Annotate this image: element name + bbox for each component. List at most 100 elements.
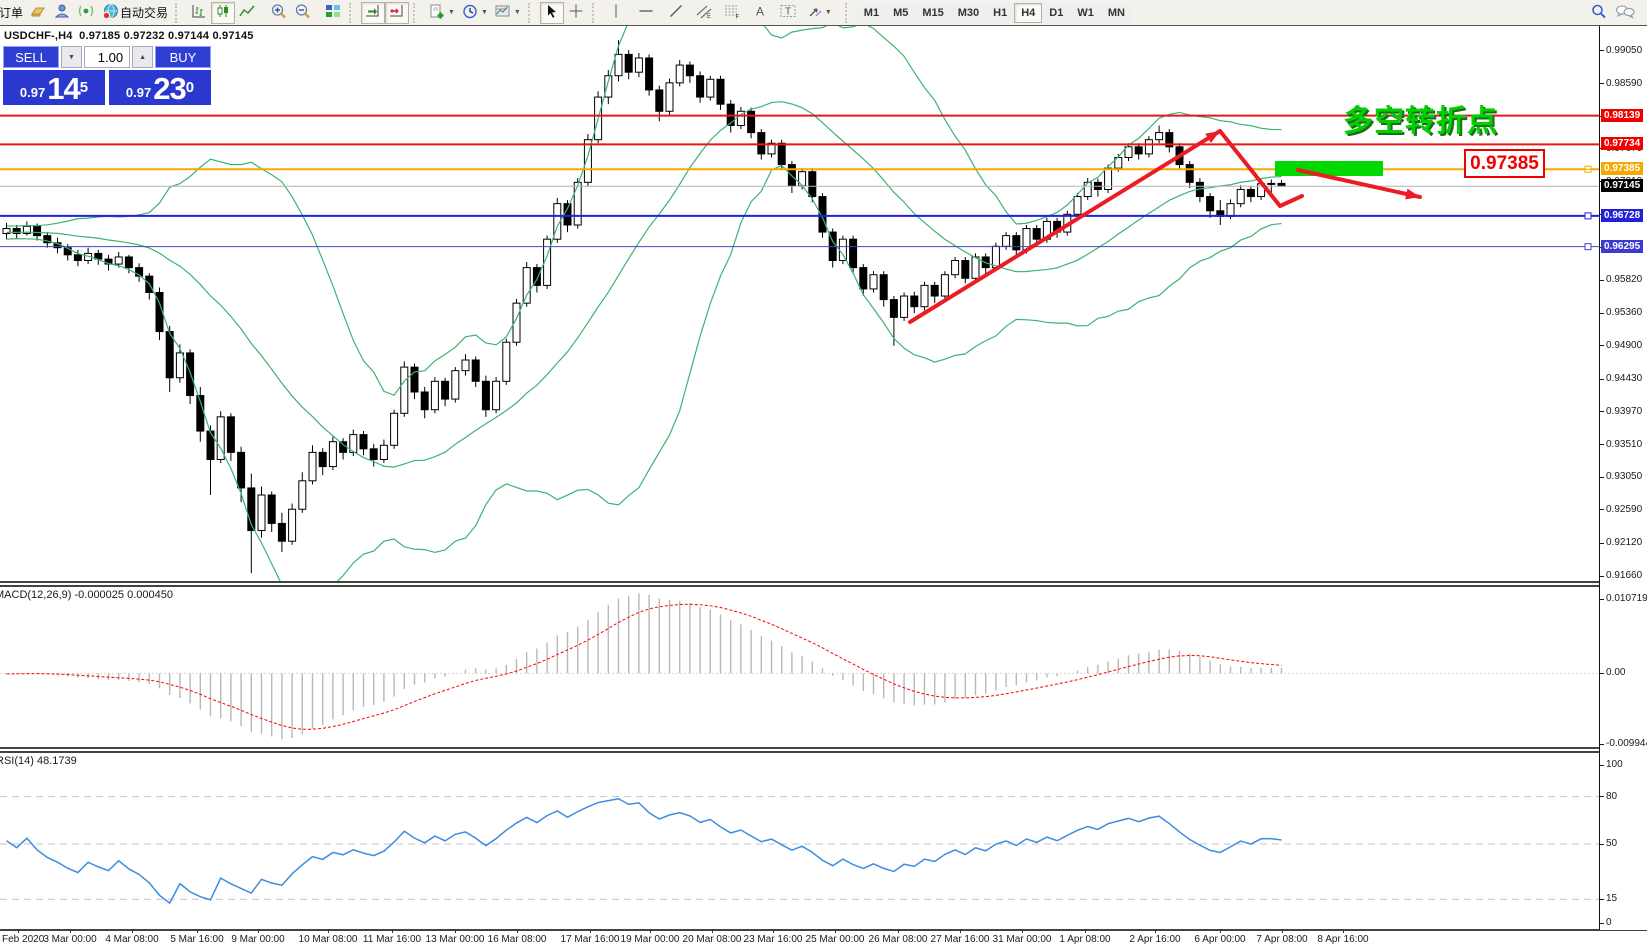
toolbar-separator xyxy=(413,3,421,23)
template-dropdown[interactable]: ▼ xyxy=(491,2,524,24)
candle-bear xyxy=(758,133,765,154)
candle-bull xyxy=(921,285,928,306)
auto-scroll-icon xyxy=(364,3,382,22)
macd-histogram xyxy=(7,593,1282,739)
crosshair-button[interactable] xyxy=(564,2,588,24)
candle-bull xyxy=(1227,204,1234,217)
volume-decrease-button[interactable]: ▼ xyxy=(61,46,82,68)
hline-handle[interactable] xyxy=(1585,213,1591,219)
text-tool[interactable]: A xyxy=(748,2,772,24)
person-icon xyxy=(53,3,71,22)
tab-timeframe-D1[interactable]: D1 xyxy=(1042,3,1070,23)
cursor-button[interactable] xyxy=(540,2,564,24)
arrows-dropdown[interactable]: ▼ xyxy=(804,2,835,24)
line-chart-button[interactable] xyxy=(235,2,259,24)
account-button[interactable] xyxy=(50,2,74,24)
new-chart-dropdown[interactable]: ▼ xyxy=(425,2,458,24)
equidistant-channel-icon: E xyxy=(695,3,713,22)
horizontal-line-tool[interactable] xyxy=(634,2,658,24)
channel-tool[interactable]: E xyxy=(692,2,716,24)
candlestick-chart-button[interactable] xyxy=(211,2,235,24)
signal-icon xyxy=(77,3,95,22)
tab-timeframe-H1[interactable]: H1 xyxy=(986,3,1014,23)
vertical-line-tool[interactable] xyxy=(604,2,628,24)
candle-bull xyxy=(941,275,948,296)
price-scale[interactable]: 0.990500.985900.981300.976700.972100.967… xyxy=(1599,26,1647,930)
date-tick xyxy=(70,929,71,933)
ohlc-open: 0.97185 xyxy=(79,30,120,42)
hline-handle[interactable] xyxy=(1585,244,1591,250)
chart-shift-button[interactable] xyxy=(385,2,409,24)
trendline-tool[interactable] xyxy=(664,2,688,24)
axis-tick-label: 0.95820 xyxy=(1606,274,1642,285)
candle-bear xyxy=(1186,165,1193,183)
time-scale[interactable]: Feb 20203 Mar 00:004 Mar 08:005 Mar 16:0… xyxy=(0,931,1647,948)
sell-button[interactable]: SELL xyxy=(3,46,59,68)
tab-timeframe-H4[interactable]: H4 xyxy=(1014,3,1042,23)
axis-tick-label: 0.92120 xyxy=(1606,537,1642,548)
sell-price-tile[interactable]: 0.97 14 5 xyxy=(3,70,105,105)
chart-window: 0.990500.985900.981300.976700.972100.967… xyxy=(0,25,1647,948)
gold-bar-button[interactable] xyxy=(26,2,50,24)
date-label: 2 Apr 16:00 xyxy=(1129,934,1180,945)
zoom-out-button[interactable] xyxy=(291,2,315,24)
new-order-button[interactable]: 订单 xyxy=(0,2,26,24)
buy-button[interactable]: BUY xyxy=(155,46,211,68)
candle-bear xyxy=(166,332,173,378)
price-badge: 0.96295 xyxy=(1601,240,1643,253)
gold-bar-icon xyxy=(29,3,47,22)
tab-timeframe-M30[interactable]: M30 xyxy=(951,3,986,23)
axis-tick-label: 0.94900 xyxy=(1606,340,1642,351)
tab-timeframe-M1[interactable]: M1 xyxy=(857,3,886,23)
symbol-name: USDCHF-,H4 xyxy=(4,30,73,42)
axis-tick xyxy=(1600,673,1604,674)
tab-timeframe-M15[interactable]: M15 xyxy=(915,3,950,23)
tab-timeframe-M5[interactable]: M5 xyxy=(886,3,915,23)
candle-bull xyxy=(901,296,908,317)
volume-input[interactable] xyxy=(84,46,130,68)
buy-price-tile[interactable]: 0.97 23 0 xyxy=(109,70,211,105)
new-order-label: 订单 xyxy=(0,4,23,21)
chevron-down-icon: ▼ xyxy=(514,9,521,16)
autotrading-button[interactable]: 自动交易 xyxy=(98,2,171,24)
candle-bear xyxy=(125,257,132,268)
date-label: 4 Mar 08:00 xyxy=(105,934,158,945)
trend-arrow[interactable] xyxy=(910,131,1220,322)
price-level-label[interactable]: 0.97385 xyxy=(1464,149,1545,178)
date-tick xyxy=(1220,929,1221,933)
signals-button[interactable] xyxy=(74,2,98,24)
tab-timeframe-MN[interactable]: MN xyxy=(1101,3,1132,23)
candle-bear xyxy=(472,360,479,381)
date-label: 8 Apr 16:00 xyxy=(1317,934,1368,945)
date-tick xyxy=(1343,929,1344,933)
candle-bear xyxy=(187,353,194,396)
text-label-tool[interactable]: T xyxy=(776,2,800,24)
axis-tick xyxy=(1600,411,1604,412)
trendline-icon xyxy=(668,3,684,22)
fibonacci-tool[interactable]: F xyxy=(720,2,744,24)
macd-pane[interactable] xyxy=(0,587,1599,747)
volume-increase-button[interactable]: ▲ xyxy=(132,46,153,68)
candle-bull xyxy=(1084,182,1091,196)
green-zone-box[interactable] xyxy=(1275,161,1383,176)
candle-bear xyxy=(962,261,969,279)
tile-windows-button[interactable] xyxy=(321,2,345,24)
period-dropdown[interactable]: ▼ xyxy=(458,2,491,24)
turning-point-annotation[interactable]: 多空转折点 xyxy=(1343,96,1498,140)
text-a-icon: A xyxy=(753,3,767,22)
axis-tick-label: 0 xyxy=(1606,917,1612,928)
chat-button[interactable] xyxy=(1611,2,1639,24)
ohlc-high: 0.97232 xyxy=(124,30,165,42)
bar-chart-button[interactable] xyxy=(187,2,211,24)
search-button[interactable] xyxy=(1587,2,1611,24)
tab-timeframe-W1[interactable]: W1 xyxy=(1070,3,1101,23)
auto-scroll-button[interactable] xyxy=(361,2,385,24)
candle-bull xyxy=(707,79,714,97)
rsi-pane[interactable] xyxy=(0,753,1599,929)
zoom-in-button[interactable] xyxy=(267,2,291,24)
candle-bear xyxy=(748,111,755,132)
candle-bull xyxy=(1145,140,1152,154)
candle-bear xyxy=(564,204,571,225)
axis-tick xyxy=(1600,543,1604,544)
axis-tick-label: 0.93510 xyxy=(1606,439,1642,450)
